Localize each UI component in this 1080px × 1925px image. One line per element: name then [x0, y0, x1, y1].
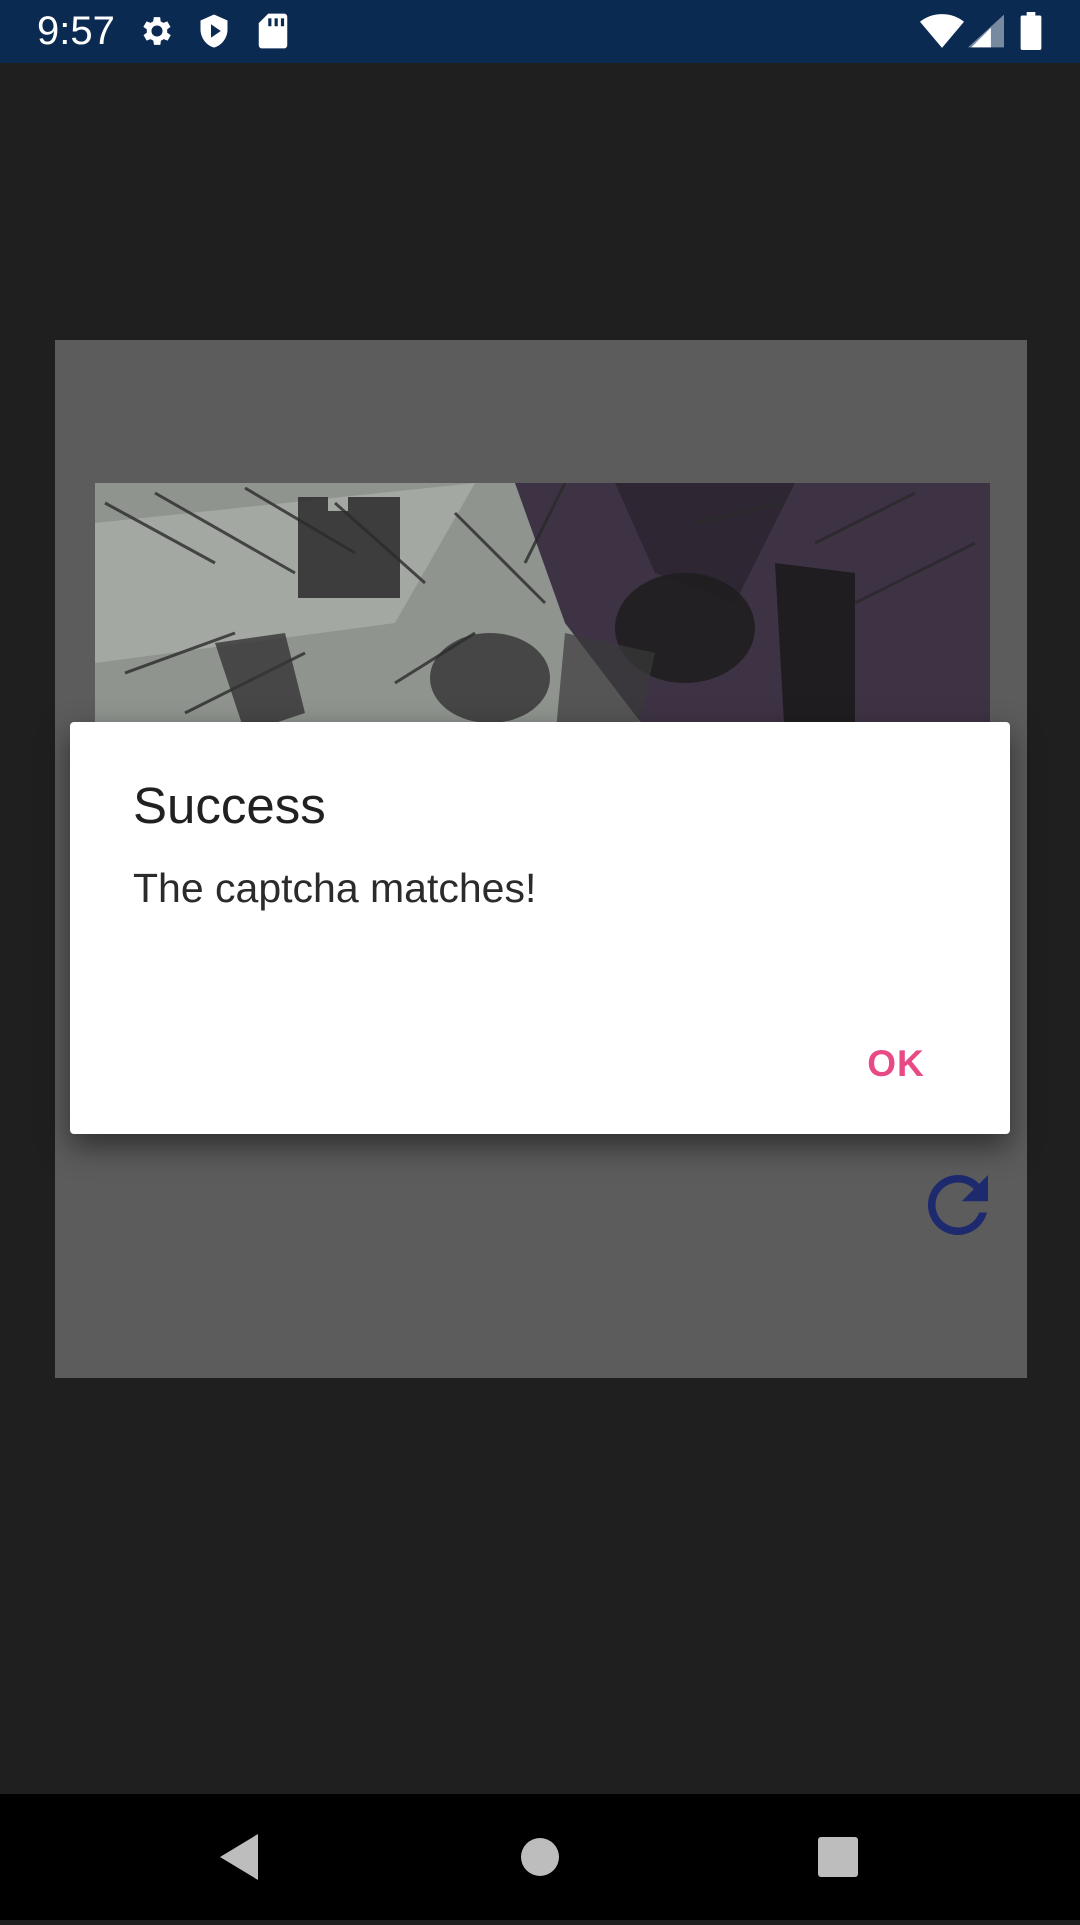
home-icon [470, 1838, 610, 1924]
success-dialog: Success The captcha matches! OK [70, 722, 1010, 1134]
back-icon [170, 1834, 310, 1924]
navigation-bar [0, 1794, 1080, 1920]
back-button[interactable] [170, 1794, 310, 1920]
recents-icon [768, 1837, 908, 1924]
home-button[interactable] [470, 1794, 610, 1920]
ok-button[interactable]: OK [826, 1028, 966, 1100]
dialog-message: The captcha matches! [133, 865, 537, 911]
dialog-title: Success [133, 777, 326, 834]
recents-button[interactable] [768, 1794, 908, 1920]
